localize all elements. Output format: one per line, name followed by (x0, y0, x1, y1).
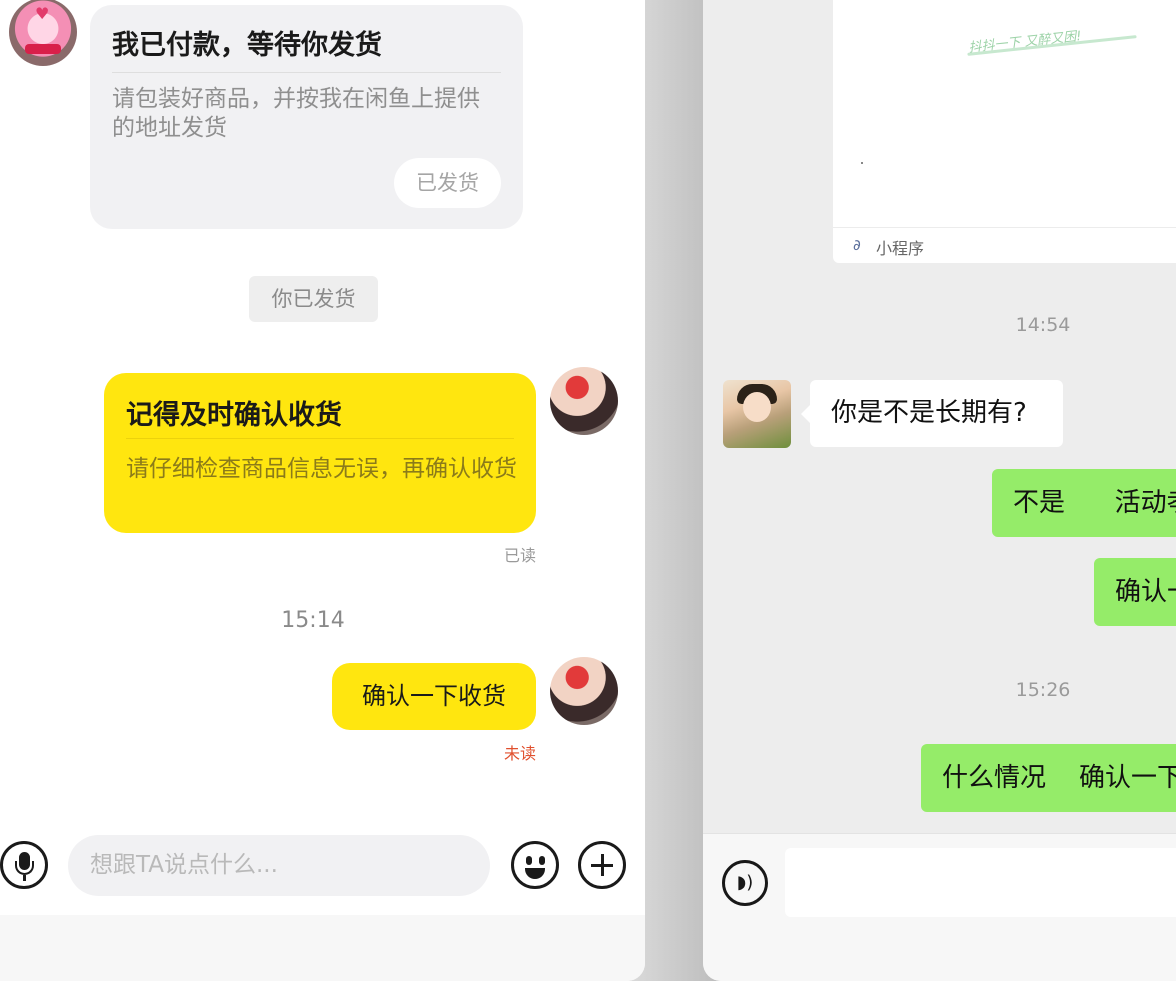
message-timestamp: 15:26 (1015, 679, 1071, 701)
mini-program-icon: ∂ (853, 236, 861, 254)
confirm-receipt-card[interactable]: 记得及时确认收货 请仔细检查商品信息无误，再确认收货 (104, 373, 536, 533)
card-title: 我已付款，等待你发货 (112, 30, 382, 61)
outgoing-message-bubble[interactable]: 确认一 (1094, 558, 1176, 626)
emoji-icon[interactable] (511, 841, 559, 889)
mini-program-label: 小程序 (876, 239, 925, 258)
mic-stem (23, 875, 26, 881)
message-bubble[interactable]: 确认一下收货 (332, 663, 536, 730)
payment-notice-card[interactable]: 我已付款，等待你发货 请包装好商品，并按我在闲鱼上提供的地址发货 已发货 (90, 5, 523, 229)
wechat-chat-panel: 抖抖一下 又醉又困! ∂ 小程序 14:54 你是不是长期有? 不是 活动孝 确… (703, 0, 1176, 981)
card-divider (833, 227, 1176, 228)
microphone-icon[interactable] (0, 841, 48, 889)
message-timestamp: 15:14 (281, 608, 345, 633)
card-description: 请仔细检查商品信息无误，再确认收货 (126, 456, 517, 482)
message-input[interactable] (785, 848, 1176, 917)
xianyu-chat-panel: ♥ 我已付款，等待你发货 请包装好商品，并按我在闲鱼上提供的地址发货 已发货 你… (0, 0, 645, 981)
card-divider (112, 72, 501, 73)
card-title: 记得及时确认收货 (126, 400, 342, 431)
card-divider (126, 438, 514, 439)
outgoing-message-bubble[interactable]: 不是 活动孝 (992, 469, 1176, 537)
incoming-message-bubble[interactable]: 你是不是长期有? (801, 380, 1063, 447)
system-note: 你已发货 (249, 276, 378, 322)
my-avatar[interactable] (550, 367, 618, 435)
my-avatar[interactable] (550, 657, 618, 725)
contact-avatar[interactable] (723, 380, 791, 448)
contact-avatar[interactable]: ♥ (9, 0, 77, 66)
voice-icon[interactable]: ◗) (722, 860, 768, 906)
mic-arc (15, 861, 34, 875)
bottom-area (0, 915, 645, 981)
emoji-eye (526, 856, 532, 865)
emoji-mouth (525, 868, 545, 879)
heart-icon: ♥ (35, 4, 50, 23)
message-input[interactable]: 想跟TA说点什么... (68, 835, 490, 896)
love-ribbon (25, 44, 61, 54)
card-description: 请包装好商品，并按我在闲鱼上提供的地址发货 (112, 86, 480, 141)
avatar-face (743, 392, 771, 422)
mini-program-card[interactable]: 抖抖一下 又醉又困! ∂ 小程序 (833, 0, 1176, 263)
outgoing-message-bubble[interactable]: 什么情况 确认一下 (921, 744, 1176, 812)
emoji-eye (539, 856, 545, 865)
shipped-button[interactable]: 已发货 (394, 158, 501, 208)
plus-icon[interactable] (578, 841, 626, 889)
message-timestamp: 14:54 (1015, 314, 1071, 336)
decorative-dot (861, 162, 863, 164)
unread-status: 未读 (503, 744, 536, 763)
read-status: 已读 (503, 546, 536, 565)
